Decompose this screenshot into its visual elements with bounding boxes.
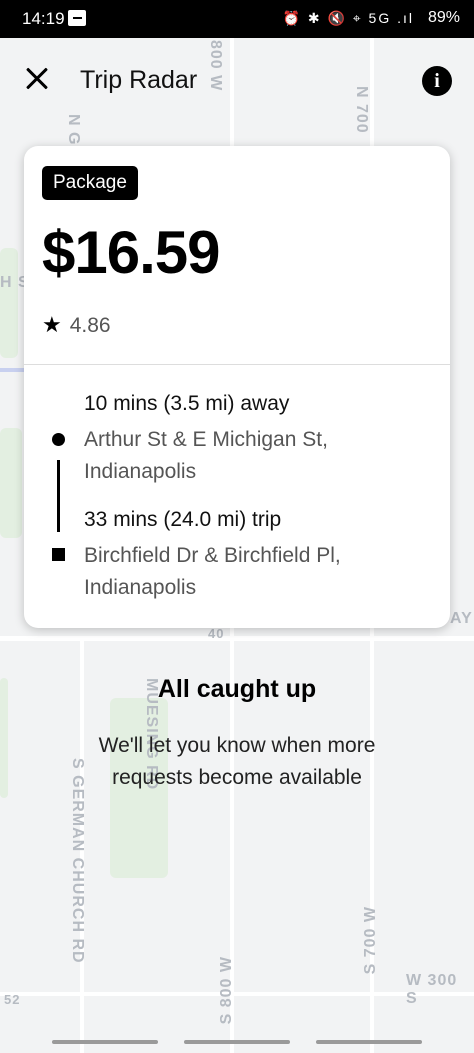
battery-level: 89% — [427, 9, 460, 26]
divider — [24, 364, 450, 365]
map-street-label: N 700 — [353, 86, 370, 134]
screen-cast-icon — [68, 10, 86, 26]
map-road — [0, 992, 474, 996]
dropoff-square-icon — [52, 548, 65, 561]
trip-type-badge: Package — [42, 166, 138, 200]
empty-state-subtitle: We'll let you know when more requests be… — [98, 734, 376, 789]
map-street-label: AY — [450, 610, 473, 627]
fare-amount: $16.59 — [42, 219, 221, 286]
star-icon: ★ — [42, 312, 62, 337]
pickup-eta: 10 mins (3.5 mi) away — [84, 392, 290, 415]
park-area — [0, 248, 18, 358]
map-street-label: S 800 W — [218, 956, 235, 1025]
status-bar: 14:19 ⏰ ✱ 🔇 ⌖ 5G .ıl 89% — [0, 0, 474, 38]
close-icon[interactable] — [20, 62, 54, 96]
map-route-shield: 40 — [208, 626, 225, 641]
dropoff-address: Birchfield Dr & Birchfield Pl, Indianapo… — [84, 544, 341, 599]
map-road — [0, 368, 24, 372]
status-icons: ⏰ ✱ 🔇 ⌖ 5G .ıl — [282, 10, 414, 26]
map-street-label: N G — [65, 114, 82, 146]
empty-state-title: All caught up — [157, 675, 317, 703]
map-street-label: W 300 S — [406, 972, 458, 1007]
status-time: 14:19 — [22, 9, 65, 28]
page-title: Trip Radar — [80, 66, 198, 94]
map-street-label: S 700 W — [362, 906, 379, 975]
nav-home-button[interactable] — [184, 1040, 290, 1044]
pickup-dot-icon — [52, 433, 65, 446]
park-area — [0, 428, 22, 538]
pickup-address: Arthur St & E Michigan St, Indianapolis — [84, 428, 328, 483]
map-street-label: 800 W — [207, 40, 224, 92]
route-line — [57, 460, 60, 532]
info-icon[interactable]: i — [422, 66, 452, 96]
nav-back-button[interactable] — [316, 1040, 422, 1044]
map-route-shield: 52 — [4, 992, 21, 1007]
rating-value: 4.86 — [69, 314, 111, 337]
nav-recent-button[interactable] — [52, 1040, 158, 1044]
trip-eta: 33 mins (24.0 mi) trip — [84, 508, 282, 531]
rider-rating: ★ 4.86 — [42, 312, 111, 338]
trip-request-card[interactable]: Package $16.59 ★ 4.86 10 mins (3.5 mi) aw… — [24, 146, 450, 628]
map-road — [0, 636, 474, 641]
